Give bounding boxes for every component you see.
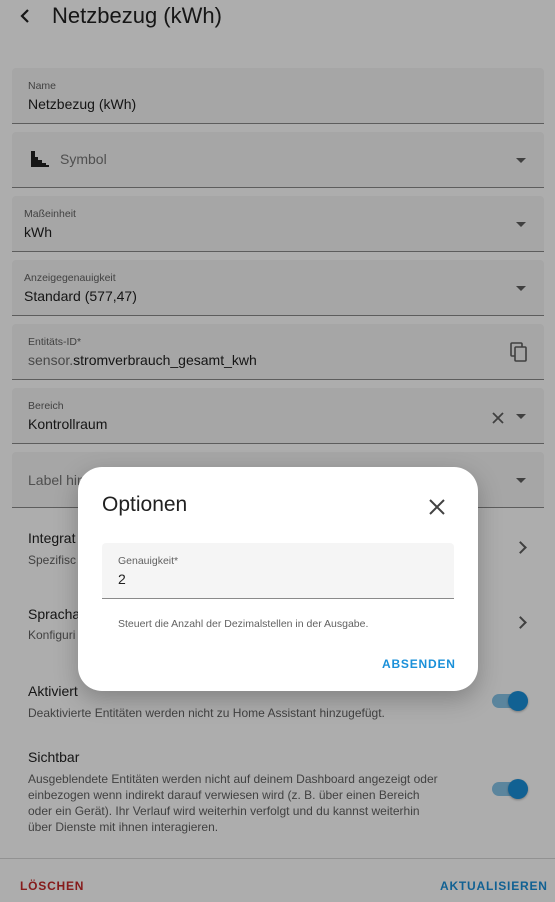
precision-input[interactable]: Genauigkeit* 2	[102, 543, 454, 599]
precision-helper-text: Steuert die Anzahl der Dezimalstellen in…	[118, 618, 369, 630]
options-dialog: Optionen Genauigkeit* 2 Steuert die Anza…	[78, 467, 478, 691]
precision-input-value: 2	[118, 571, 126, 587]
submit-button[interactable]: ABSENDEN	[382, 657, 456, 671]
modal-scrim[interactable]	[0, 0, 555, 902]
dialog-title: Optionen	[102, 493, 188, 516]
precision-input-label: Genauigkeit*	[118, 555, 179, 567]
close-icon[interactable]	[428, 498, 446, 516]
